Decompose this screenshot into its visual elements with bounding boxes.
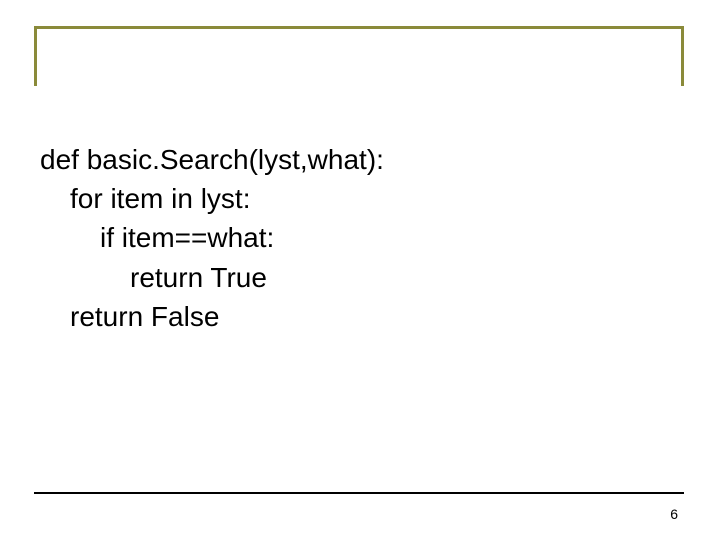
code-line: for item in lyst:: [40, 179, 680, 218]
code-line: def basic.Search(lyst,what):: [40, 140, 680, 179]
page-number: 6: [670, 506, 678, 522]
title-box: [34, 26, 684, 86]
code-line: return True: [40, 258, 680, 297]
bottom-rule: [34, 492, 684, 494]
slide: def basic.Search(lyst,what): for item in…: [0, 0, 720, 540]
code-line: return False: [40, 297, 680, 336]
code-line: if item==what:: [40, 218, 680, 257]
code-block: def basic.Search(lyst,what): for item in…: [40, 140, 680, 336]
